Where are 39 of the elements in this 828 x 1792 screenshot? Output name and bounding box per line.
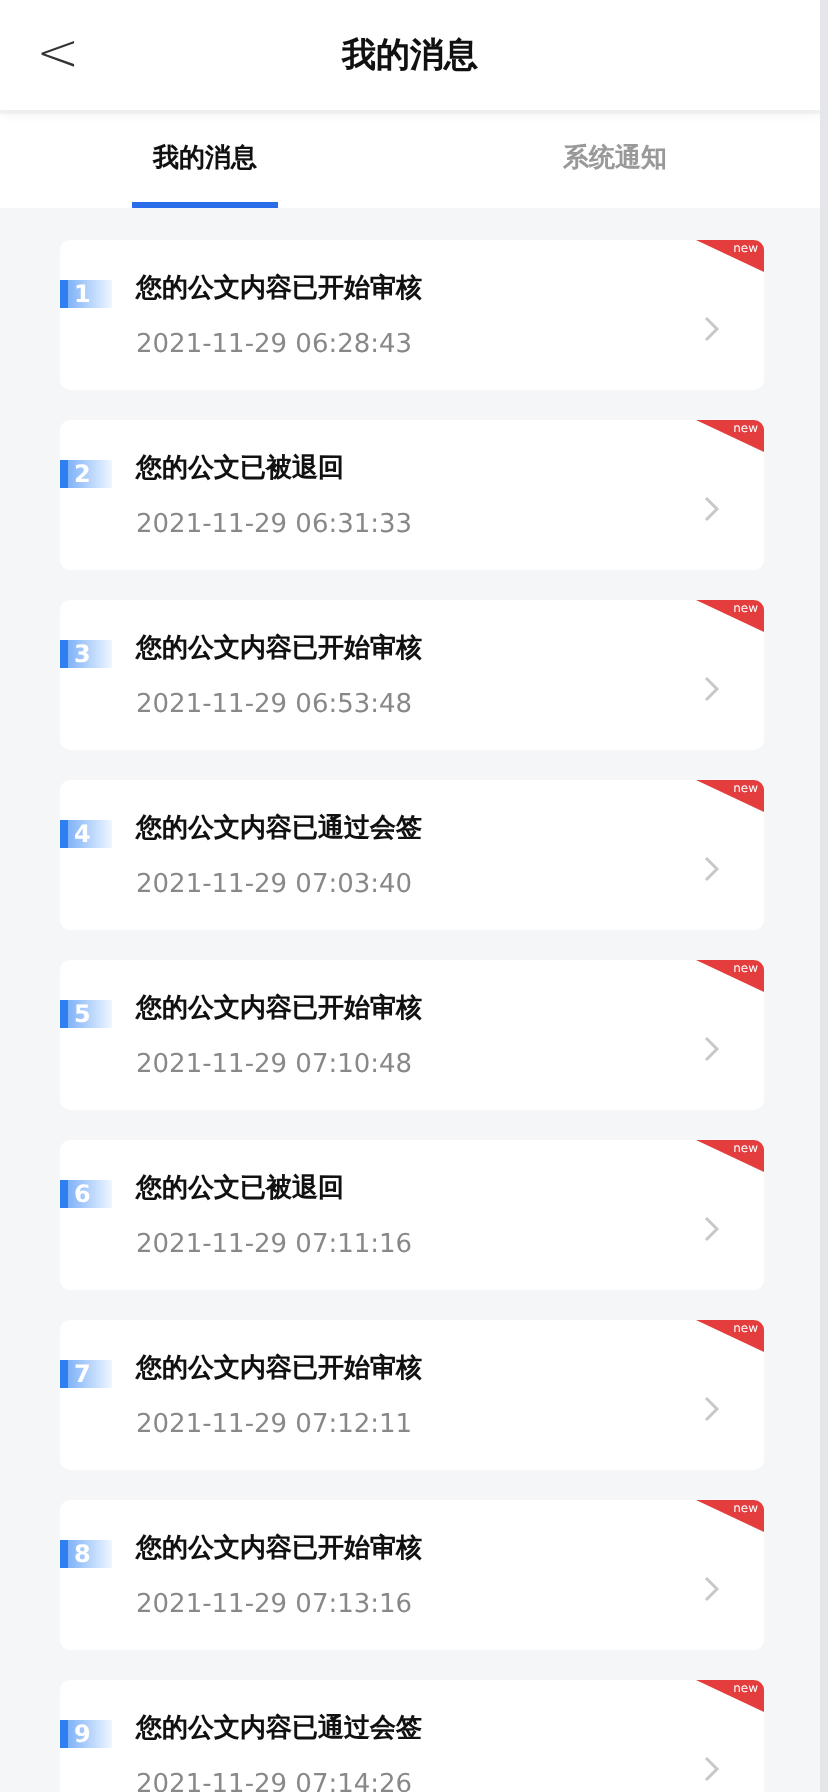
- message-title: 您的公文已被退回: [136, 1171, 346, 1206]
- index-badge: 1: [60, 280, 112, 308]
- message-title: 您的公文内容已开始审核: [136, 1531, 424, 1566]
- message-time: 2021-11-29 07:11:16: [136, 1230, 415, 1260]
- index-badge: 3: [60, 640, 112, 668]
- index-badge: 2: [60, 460, 112, 488]
- index-badge: 5: [60, 1000, 112, 1028]
- page-title: 我的消息: [342, 34, 478, 78]
- message-time: 2021-11-29 06:28:43: [136, 330, 415, 360]
- chevron-icon: [704, 856, 720, 882]
- index-badge: 4: [60, 820, 112, 848]
- message-time: 2021-11-29 06:31:33: [136, 510, 415, 540]
- message-time: 2021-11-29 07:10:48: [136, 1050, 415, 1080]
- message-title: 您的公文内容已开始审核: [136, 991, 424, 1026]
- chevron-icon: [704, 676, 720, 702]
- chevron-icon: [704, 496, 720, 522]
- chevron-icon: [704, 1036, 720, 1062]
- message-time: 2021-11-29 07:12:11: [136, 1410, 415, 1440]
- chevron-icon: [704, 1216, 720, 1242]
- chevron-icon: [704, 316, 720, 342]
- index-badge: 7: [60, 1360, 112, 1388]
- message-title: 您的公文内容已开始审核: [136, 1351, 424, 1386]
- message-title: 您的公文已被退回: [136, 451, 346, 486]
- chevron-icon: [704, 1396, 720, 1422]
- tab[interactable]: 我的消息: [132, 114, 278, 208]
- message-time: 2021-11-29 06:53:48: [136, 690, 415, 720]
- index-badge: 8: [60, 1540, 112, 1568]
- back-button[interactable]: <: [28, 24, 88, 84]
- message-title: 您的公文内容已通过会签: [136, 1711, 424, 1746]
- message-time: 2021-11-29 07:13:16: [136, 1590, 415, 1620]
- chevron-icon: [704, 1756, 720, 1782]
- message-title: 您的公文内容已开始审核: [136, 271, 424, 306]
- chevron-icon: [704, 1576, 720, 1602]
- message-time: 2021-11-29 07:03:40: [136, 870, 415, 900]
- index-badge: 9: [60, 1720, 112, 1748]
- message-time: 2021-11-29 07:14:26: [136, 1770, 415, 1792]
- index-badge: 6: [60, 1180, 112, 1208]
- message-title: 您的公文内容已通过会签: [136, 811, 424, 846]
- message-title: 您的公文内容已开始审核: [136, 631, 424, 666]
